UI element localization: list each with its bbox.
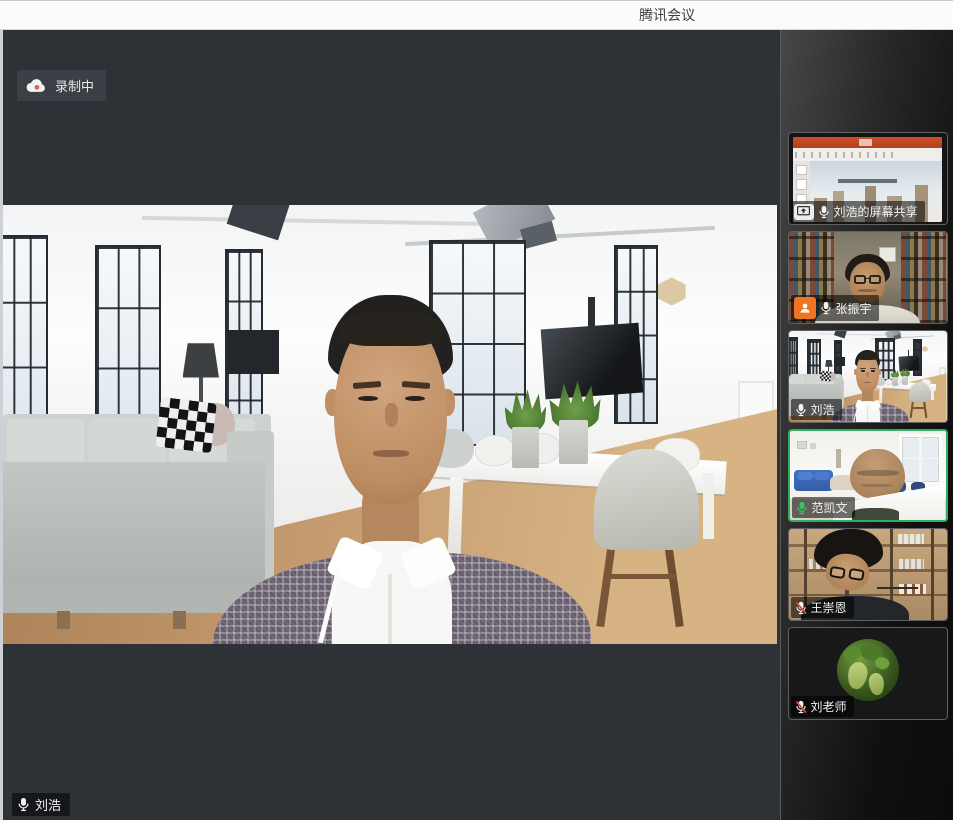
participant-name: 张振宇 <box>836 300 872 317</box>
mic-muted-icon <box>794 601 808 615</box>
self-name-badge: 刘浩 <box>12 793 70 816</box>
cloud-record-icon <box>25 77 47 94</box>
screen-share-icon <box>794 204 814 220</box>
window-title: 腾讯会议 <box>639 5 695 25</box>
mic-muted-icon <box>794 700 808 714</box>
participant-name: 刘老师 <box>811 698 847 715</box>
recording-badge[interactable]: 录制中 <box>17 70 106 101</box>
main-video[interactable] <box>3 205 777 644</box>
avatar <box>837 639 899 701</box>
participant-tile-liulaoshi[interactable]: 刘老师 <box>788 627 948 720</box>
titlebar[interactable]: 腾讯会议 <box>0 0 953 30</box>
participants-sidebar[interactable]: 刘浩的屏幕共享 <box>780 30 953 820</box>
mic-active-icon <box>795 501 809 515</box>
participant-name: 刘浩的屏幕共享 <box>834 203 918 220</box>
mic-icon <box>794 403 808 417</box>
tile-label: 刘浩 <box>791 399 842 420</box>
host-person-icon <box>794 297 816 319</box>
tile-label: 刘老师 <box>791 696 854 717</box>
meeting-window: 腾讯会议 录制中 <box>0 0 953 820</box>
participant-tile-fankaiwen[interactable]: 范凯文 <box>788 429 948 522</box>
recording-label: 录制中 <box>55 76 94 95</box>
participant-tile-screen-share[interactable]: 刘浩的屏幕共享 <box>788 132 948 225</box>
tile-label: 张振宇 <box>791 295 879 321</box>
main-stage: 录制中 <box>0 30 780 820</box>
mic-icon <box>817 205 831 219</box>
participant-tile-liuhao[interactable]: 刘浩 <box>788 330 948 423</box>
mic-icon <box>819 301 833 315</box>
self-name-label: 刘浩 <box>35 795 61 814</box>
participant-name: 王崇恩 <box>811 599 847 616</box>
window-left-edge <box>0 30 3 820</box>
office-scene <box>3 205 777 644</box>
tile-label: 刘浩的屏幕共享 <box>791 201 925 222</box>
participant-tile-wangchongen[interactable]: 王崇恩 <box>788 528 948 621</box>
tile-label: 范凯文 <box>792 497 855 518</box>
participant-name: 刘浩 <box>811 401 835 418</box>
participant-name: 范凯文 <box>812 499 848 516</box>
participant-tiles: 刘浩的屏幕共享 <box>781 132 953 720</box>
participant-tile-zhangzhenyu[interactable]: 张振宇 <box>788 231 948 324</box>
mic-icon <box>16 797 31 812</box>
tile-label: 王崇恩 <box>791 597 854 618</box>
